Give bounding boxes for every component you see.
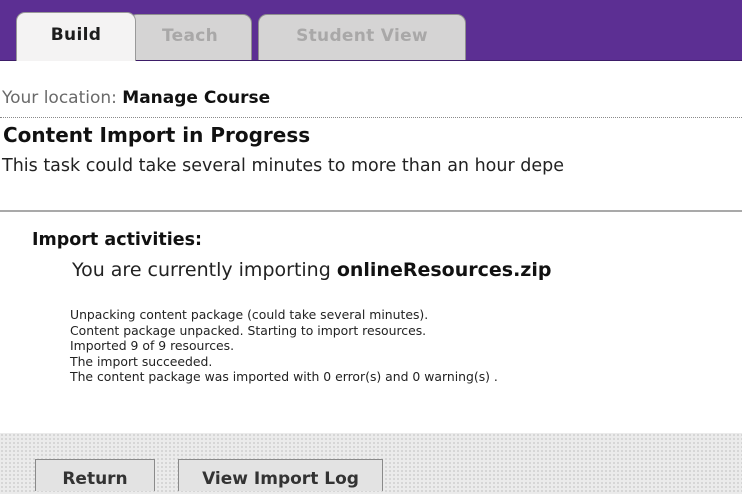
log-line: The content package was imported with 0 … xyxy=(70,369,498,384)
import-log-list: Unpacking content package (could take se… xyxy=(70,307,742,385)
log-line: Content package unpacked. Starting to im… xyxy=(70,322,427,338)
page-title: Content Import in Progress xyxy=(3,123,311,147)
tab-build[interactable]: Build xyxy=(16,12,136,61)
tab-student-view[interactable]: Student View xyxy=(258,14,466,60)
log-line: The import succeeded. xyxy=(70,353,213,369)
breadcrumb: Your location: Manage Course xyxy=(0,88,742,114)
breadcrumb-current: Manage Course xyxy=(122,88,271,108)
top-tab-bar: Build Teach Student View xyxy=(0,0,742,61)
log-line: Imported 9 of 9 resources. xyxy=(70,338,235,353)
import-filename: onlineResources.zip xyxy=(336,259,552,281)
log-line: Unpacking content package (could take se… xyxy=(70,307,429,322)
import-status: You are currently importing onlineResour… xyxy=(72,259,551,281)
import-activities-heading: Import activities: xyxy=(32,230,202,250)
tab-teach[interactable]: Teach xyxy=(128,14,252,60)
page-description: This task could take several minutes to … xyxy=(2,156,564,176)
breadcrumb-divider xyxy=(0,117,742,118)
sub-header-strip xyxy=(0,61,742,82)
return-button[interactable]: Return xyxy=(35,459,155,491)
import-status-prefix: You are currently importing xyxy=(72,259,331,281)
section-divider xyxy=(0,210,742,212)
view-import-log-button[interactable]: View Import Log xyxy=(178,459,383,491)
breadcrumb-prefix: Your location: xyxy=(2,88,117,108)
